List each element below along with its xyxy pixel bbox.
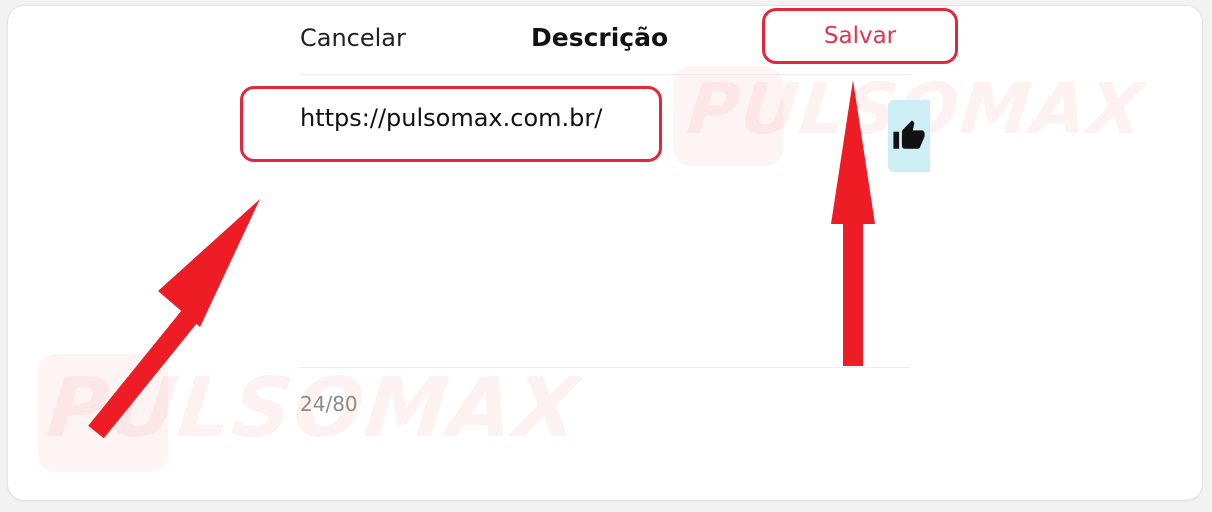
red-arrow-to-field: [88, 199, 260, 439]
red-arrow-to-save: [831, 80, 875, 366]
annotation-arrows: [88, 80, 875, 439]
description-sheet: PULSOMAX PULSOMAX Cancelar Descrição Sal…: [8, 6, 1202, 500]
